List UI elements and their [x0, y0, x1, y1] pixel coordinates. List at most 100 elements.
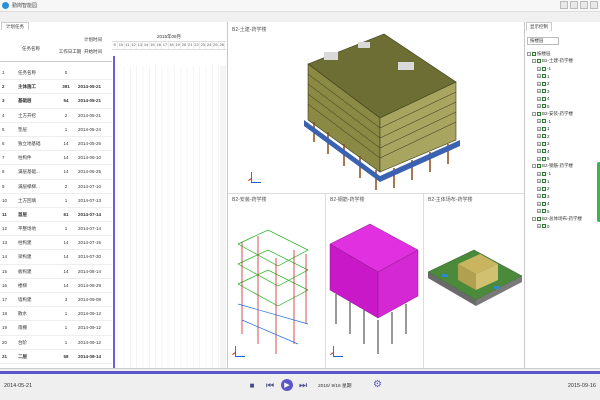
tree-checkbox[interactable] [542, 134, 546, 139]
task-row[interactable]: 19 雨棚 1 2014-09-12 [0, 321, 112, 336]
tab-display-control[interactable]: 显示控制 [526, 22, 552, 31]
task-row[interactable]: 18 散水 1 2014-09-12 [0, 307, 112, 322]
tree-checkbox[interactable] [537, 111, 541, 116]
tree-checkbox[interactable] [537, 59, 541, 64]
current-date-select[interactable]: 2015/ 9/16 星期 [318, 382, 352, 389]
task-row[interactable]: 12 平整场地 1 2014-07-14 [0, 222, 112, 237]
tree-checkbox[interactable] [542, 209, 546, 214]
view-install[interactable]: B2-安装-药学楼 [228, 194, 326, 368]
collapse-icon[interactable]: - [532, 216, 536, 221]
stop-button[interactable]: ■ [247, 379, 257, 391]
task-row[interactable]: 10 土方回填 1 2014-07-13 [0, 194, 112, 208]
tree-checkbox[interactable] [542, 81, 546, 86]
previous-button[interactable]: ⏮ [264, 379, 276, 391]
expand-icon[interactable]: + [537, 74, 541, 79]
task-row[interactable]: 3 基础层 54 2014-05-21 [0, 94, 112, 109]
expand-icon[interactable]: + [537, 141, 541, 146]
task-row[interactable]: 9 满层梯梯... 2 2014-07-10 [0, 180, 112, 194]
expand-icon[interactable]: + [537, 224, 541, 229]
tree-checkbox[interactable] [542, 194, 546, 199]
tree-item[interactable]: +2 [527, 185, 599, 193]
tree-item[interactable]: +4 [527, 148, 599, 156]
tree-checkbox[interactable] [542, 171, 546, 176]
task-row[interactable]: 1 任务名称 0 [0, 66, 112, 81]
task-row[interactable]: 16 楼梯 14 2014-08-29 [0, 279, 112, 293]
collapse-icon[interactable]: - [532, 59, 536, 64]
expand-icon[interactable]: + [537, 194, 541, 199]
group-by-select[interactable]: 按楼层 [527, 37, 559, 45]
close-button[interactable] [590, 1, 598, 9]
tree-item[interactable]: +5 [527, 208, 599, 216]
tree-checkbox[interactable] [542, 126, 546, 131]
expand-icon[interactable]: + [537, 201, 541, 206]
collapse-icon[interactable]: - [527, 51, 531, 56]
collapse-icon[interactable]: - [532, 111, 536, 116]
tree-item[interactable]: +2 [527, 133, 599, 141]
tree-checkbox[interactable] [542, 149, 546, 154]
minimize-button[interactable] [560, 1, 568, 9]
vertical-scrollbar[interactable] [220, 66, 226, 368]
tree-checkbox[interactable] [532, 51, 536, 56]
tree-item[interactable]: - B2-土建-药学楼 [527, 58, 599, 66]
restore-button[interactable] [570, 1, 578, 9]
start-header[interactable]: 开始时间 [84, 49, 102, 55]
play-button[interactable]: ▶ [281, 379, 293, 391]
expand-icon[interactable]: + [537, 171, 541, 176]
task-row[interactable]: 21 二层 58 2014-09-14 [0, 350, 112, 364]
gear-icon[interactable]: ⚙ [373, 379, 382, 390]
tree-item[interactable]: +1 [527, 125, 599, 133]
tree-checkbox[interactable] [542, 201, 546, 206]
expand-icon[interactable]: + [537, 126, 541, 131]
tree-item[interactable]: +2 [527, 80, 599, 88]
tree-checkbox[interactable] [542, 141, 546, 146]
tree-item[interactable]: - 按楼层 [527, 50, 599, 58]
expand-icon[interactable]: + [537, 149, 541, 154]
tree-item[interactable]: - B2-安装-药学楼 [527, 110, 599, 118]
next-button[interactable]: ⏭ [297, 379, 309, 391]
tree-checkbox[interactable] [542, 74, 546, 79]
layout-button[interactable] [580, 1, 588, 9]
task-row[interactable]: 7 柱构件 14 2014-06-10 [0, 151, 112, 166]
tree-checkbox[interactable] [542, 156, 546, 161]
tree-item[interactable]: + -1 [527, 118, 599, 126]
expand-icon[interactable]: + [537, 119, 541, 124]
tree-checkbox[interactable] [542, 89, 546, 94]
tree-checkbox[interactable] [542, 179, 546, 184]
tree-checkbox[interactable] [537, 216, 541, 221]
tree-item[interactable]: + -1 [527, 170, 599, 178]
tree-item[interactable]: +0 [527, 223, 599, 231]
tree-item[interactable]: +4 [527, 95, 599, 103]
tree-item[interactable]: - B2-总体场布-药学楼 [527, 215, 599, 223]
tree-item[interactable]: +3 [527, 193, 599, 201]
view-site[interactable]: B2-主体场布-药学楼 [424, 194, 524, 368]
expand-icon[interactable]: + [537, 89, 541, 94]
tree-item[interactable]: +5 [527, 103, 599, 111]
collapse-icon[interactable]: - [532, 164, 536, 169]
tree-item[interactable]: + -1 [527, 65, 599, 73]
tree-checkbox[interactable] [537, 164, 541, 169]
tree-item[interactable]: +1 [527, 73, 599, 81]
tree-item[interactable]: +1 [527, 178, 599, 186]
view-main[interactable]: B2-土建-药学楼 [228, 22, 524, 194]
tree-checkbox[interactable] [542, 224, 546, 229]
task-row[interactable]: 13 柱构建 14 2014-07-15 [0, 236, 112, 251]
expand-icon[interactable]: + [537, 179, 541, 184]
task-row[interactable]: 6 独立地基础 14 2014-05-26 [0, 137, 112, 152]
expand-icon[interactable]: + [537, 186, 541, 191]
tree-checkbox[interactable] [542, 96, 546, 101]
expand-icon[interactable]: + [537, 96, 541, 101]
expand-icon[interactable]: + [537, 81, 541, 86]
timeline-slider[interactable] [0, 371, 600, 374]
tree-item[interactable]: +4 [527, 200, 599, 208]
expand-icon[interactable]: + [537, 156, 541, 161]
tree-checkbox[interactable] [542, 66, 546, 71]
task-row[interactable]: 2 主体施工 391 2014-05-21 [0, 80, 112, 95]
tree-item[interactable]: +3 [527, 140, 599, 148]
expand-icon[interactable]: + [537, 209, 541, 214]
tree-checkbox[interactable] [542, 186, 546, 191]
duration-header[interactable]: 工作日工期 [58, 49, 82, 55]
expand-icon[interactable]: + [537, 104, 541, 109]
name-header[interactable]: 任务名称 [18, 34, 58, 62]
tree-item[interactable]: +5 [527, 155, 599, 163]
tree-item[interactable]: - B2-钢筋-药学楼 [527, 163, 599, 171]
